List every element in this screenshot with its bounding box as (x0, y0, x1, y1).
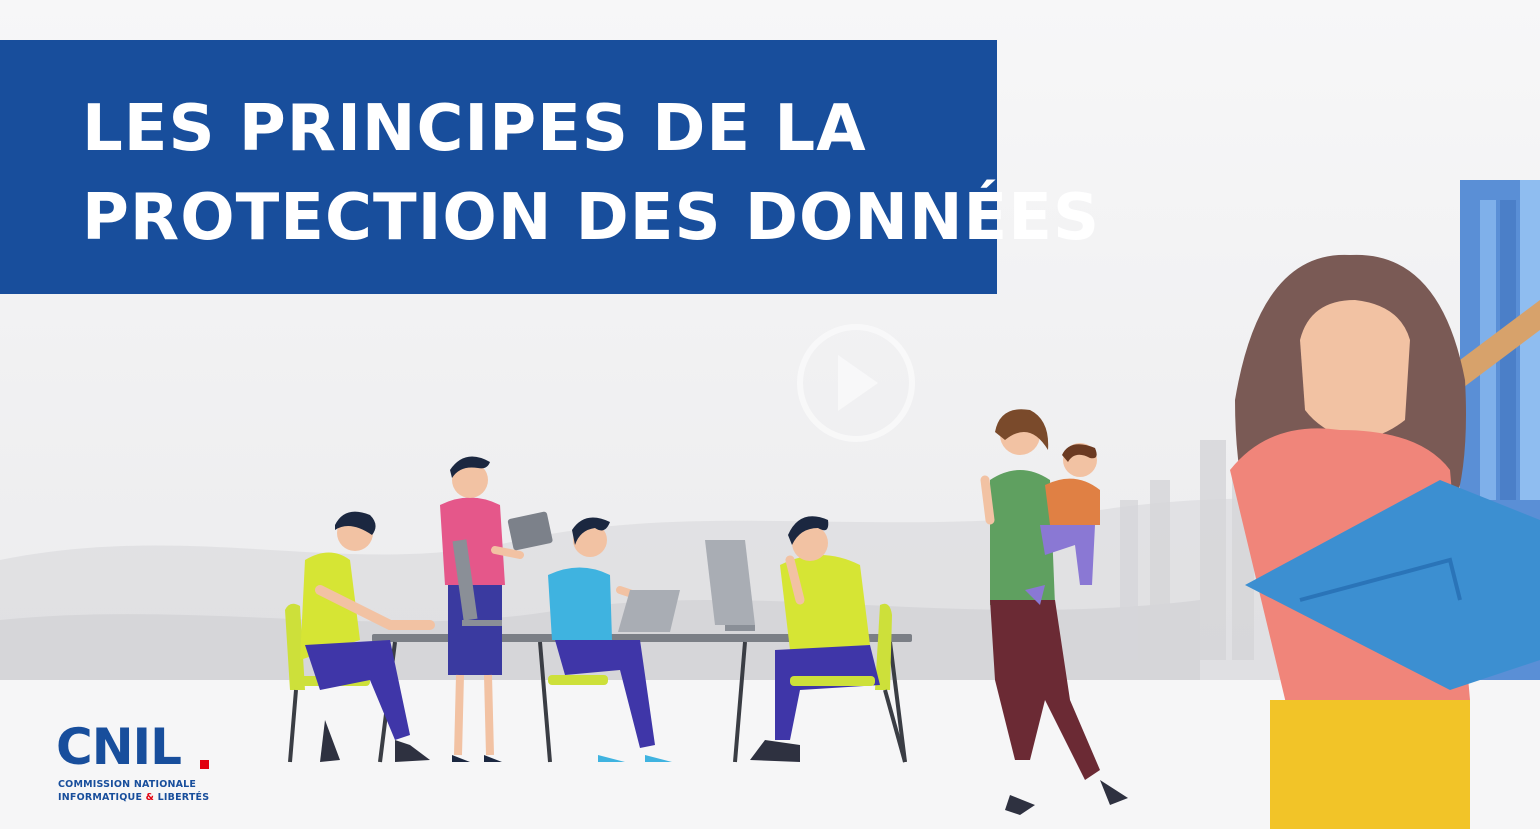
logo-wordmark: CNIL (56, 718, 182, 776)
logo-subtitle-line-2: INFORMATIQUE & LIBERTÉS (58, 793, 209, 803)
title-line-1: LES PRINCIPES DE LA (82, 92, 867, 166)
title-line-2: PROTECTION DES DONNÉES (82, 181, 1101, 255)
logo-subtitle-informatique: INFORMATIQUE (58, 792, 143, 803)
logo-red-dot (200, 760, 209, 769)
title-banner (0, 40, 997, 294)
logo-subtitle-libertes: LIBERTÉS (157, 792, 210, 803)
logo-subtitle-ampersand: & (145, 792, 155, 803)
logo-subtitle-line-1: COMMISSION NATIONALE (58, 779, 197, 790)
cnil-logo: CNIL COMMISSION NATIONALE INFORMATIQUE &… (56, 722, 226, 812)
